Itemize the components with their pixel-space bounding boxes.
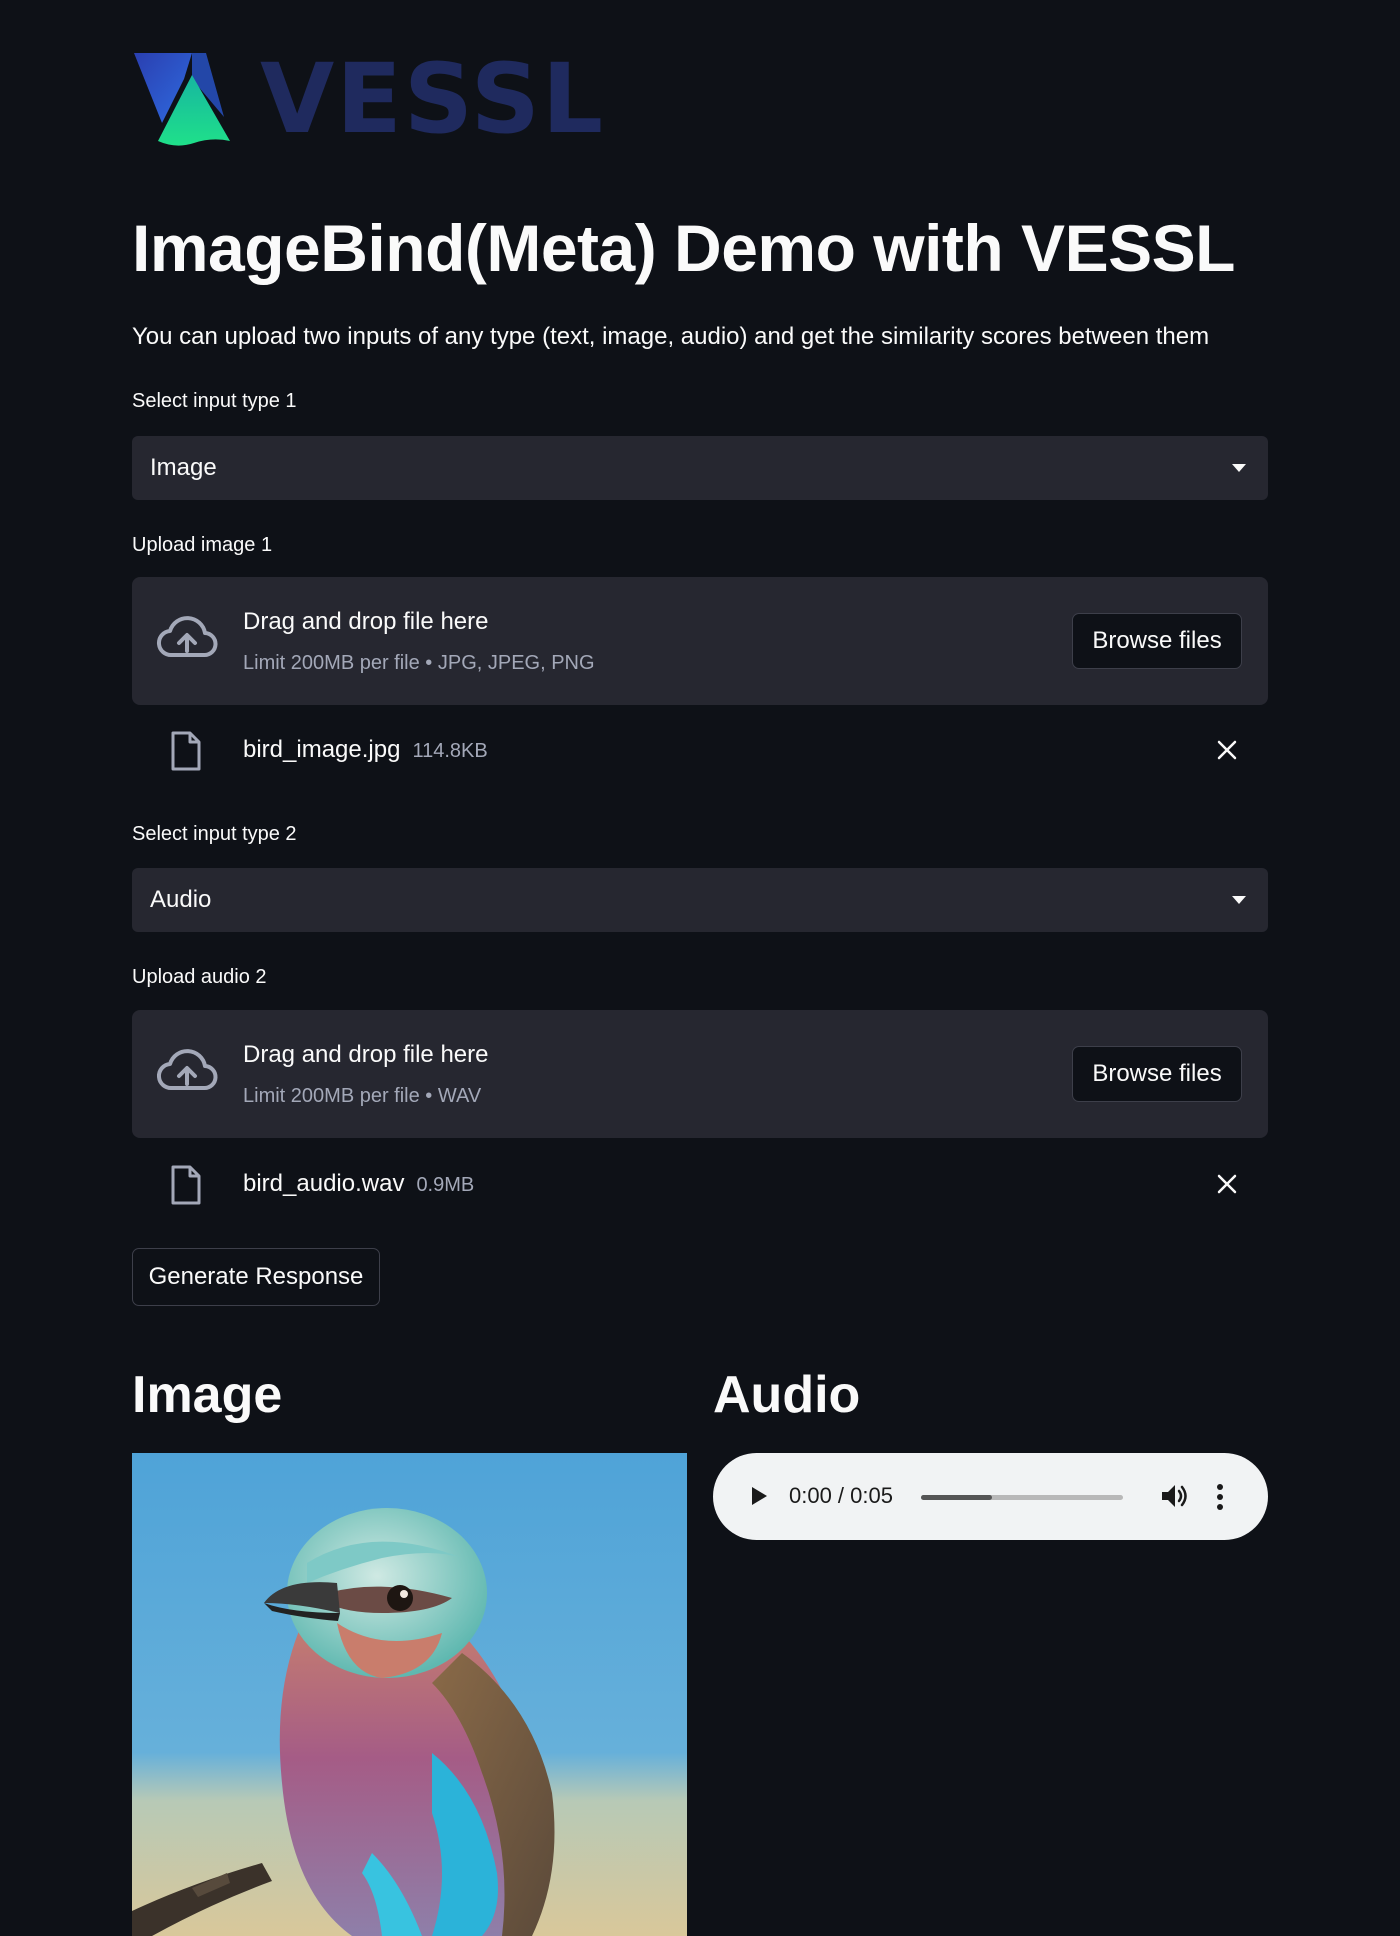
input-type-2-value: Audio <box>150 886 212 913</box>
app-page: VESSL ImageBind(Meta) Demo with VESSL Yo… <box>0 0 1400 1936</box>
upload-image-1-label: Upload image 1 <box>132 534 273 556</box>
upload-audio-2-label: Upload audio 2 <box>132 966 267 988</box>
file-1-size: 114.8KB <box>412 740 488 762</box>
dropdown-caret-icon <box>1232 464 1246 472</box>
image-section-heading: Image <box>132 1366 283 1424</box>
browse-files-button-2[interactable]: Browse files <box>1072 1046 1242 1102</box>
uploaded-file-2: bird_audio.wav 0.9MB <box>132 1155 1268 1215</box>
cloud-upload-icon <box>157 616 218 658</box>
audio-section-heading: Audio <box>713 1366 861 1424</box>
dropzone-1-title: Drag and drop file here <box>243 608 489 635</box>
file-2-name: bird_audio.wav <box>243 1170 405 1197</box>
dropdown-caret-icon <box>1232 896 1246 904</box>
logo-wordmark: VESSL <box>260 43 606 155</box>
input-type-1-select[interactable]: Image <box>132 436 1268 500</box>
file-2-size: 0.9MB <box>416 1174 475 1196</box>
upload-dropzone-1[interactable]: Drag and drop file here Limit 200MB per … <box>132 577 1268 705</box>
dropzone-2-limit: Limit 200MB per file • WAV <box>243 1085 482 1107</box>
audio-player[interactable]: 0:00 / 0:05 <box>713 1453 1268 1540</box>
play-icon[interactable] <box>749 1485 769 1507</box>
vessl-logo: VESSL <box>132 46 622 152</box>
file-icon <box>171 731 201 771</box>
remove-file-1-close-icon[interactable] <box>1216 739 1238 761</box>
browse-files-button-1[interactable]: Browse files <box>1072 613 1242 669</box>
audio-progress-fill <box>921 1495 992 1500</box>
bird-image-illustration <box>132 1453 687 1936</box>
dropzone-1-limit: Limit 200MB per file • JPG, JPEG, PNG <box>243 652 595 674</box>
page-subtitle: You can upload two inputs of any type (t… <box>132 323 1210 350</box>
select-input-type-2-label: Select input type 2 <box>132 823 297 845</box>
file-1-name: bird_image.jpg <box>243 736 401 763</box>
input-type-1-value: Image <box>150 454 217 481</box>
upload-dropzone-2[interactable]: Drag and drop file here Limit 200MB per … <box>132 1010 1268 1138</box>
audio-time: 0:00 / 0:05 <box>789 1483 893 1508</box>
audio-progress-track[interactable] <box>921 1495 1123 1500</box>
uploaded-file-1: bird_image.jpg 114.8KB <box>132 721 1268 781</box>
file-icon <box>171 1165 201 1205</box>
more-options-icon[interactable] <box>1215 1482 1225 1512</box>
generate-response-button[interactable]: Generate Response <box>132 1248 380 1306</box>
dropzone-2-title: Drag and drop file here <box>243 1041 489 1068</box>
remove-file-2-close-icon[interactable] <box>1216 1173 1238 1195</box>
volume-icon[interactable] <box>1159 1481 1189 1511</box>
uploaded-bird-image <box>132 1453 687 1936</box>
input-type-2-select[interactable]: Audio <box>132 868 1268 932</box>
page-title: ImageBind(Meta) Demo with VESSL <box>132 211 1235 285</box>
select-input-type-1-label: Select input type 1 <box>132 390 297 412</box>
vessl-logo-mark-icon <box>134 53 230 146</box>
cloud-upload-icon <box>157 1049 218 1091</box>
